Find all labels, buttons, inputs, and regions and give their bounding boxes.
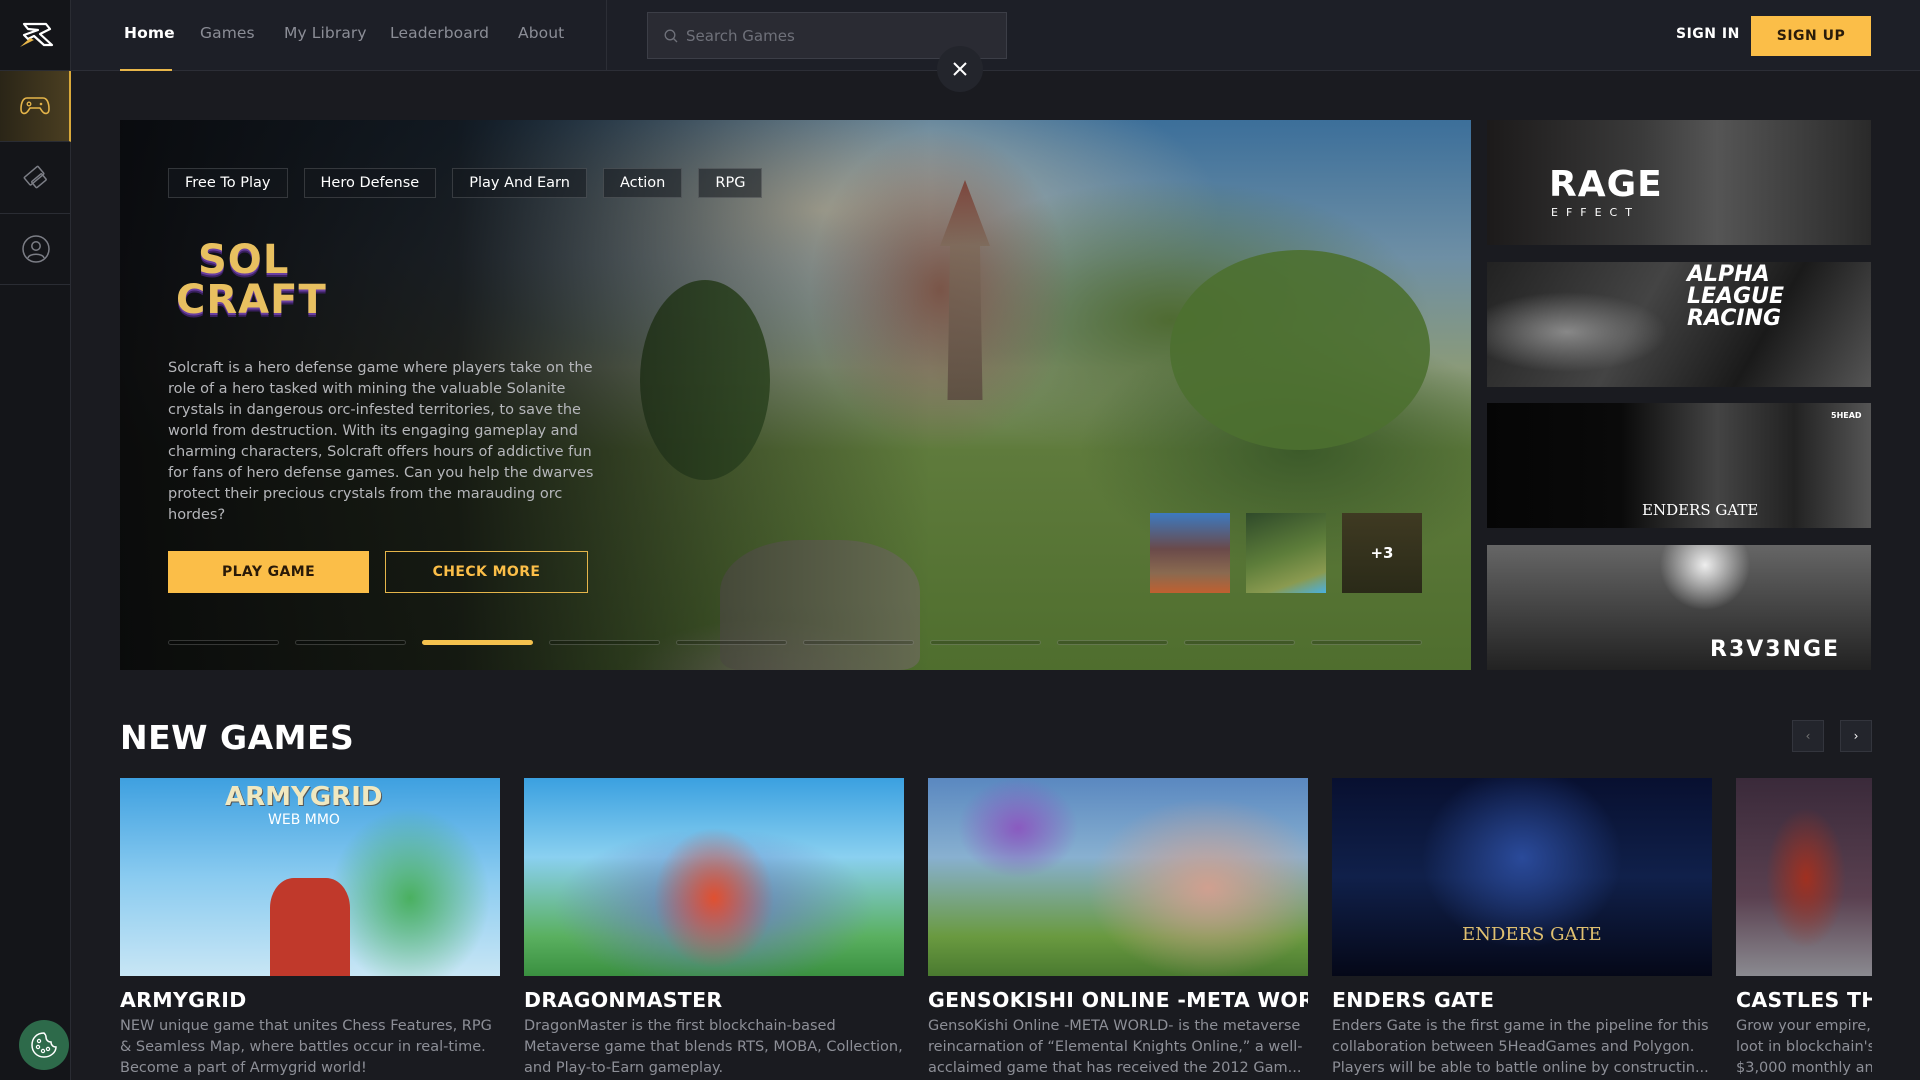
chevron-left-icon: ‹	[1805, 729, 1811, 743]
game-card-description-line: loot in blockchain's	[1736, 1039, 1872, 1055]
featured-rage-effect[interactable]: RAGE EFFECT	[1487, 120, 1871, 245]
game-card[interactable]: GENSOKISHI ONLINE -META WORLD- GensoKish…	[928, 778, 1308, 1079]
game-card-title: CASTLES THE	[1736, 988, 1872, 1012]
tag-rpg[interactable]: RPG	[698, 168, 763, 198]
close-icon	[953, 62, 967, 76]
search-input[interactable]	[686, 26, 986, 45]
cookie-settings-button[interactable]	[19, 1020, 69, 1070]
hero-carousel: Free To Play Hero Defense Play And Earn …	[120, 120, 1471, 670]
screenshot-thumbnail[interactable]	[1246, 513, 1326, 593]
image-logo-text: ENDERS GATE	[1462, 924, 1602, 945]
featured-revenge[interactable]: R3V3NGE	[1487, 545, 1871, 670]
tag-action[interactable]: Action	[602, 168, 683, 198]
game-card[interactable]: CASTLES THE Grow your empire, loot in blo…	[1736, 778, 1872, 1079]
nav-games[interactable]: Games	[200, 24, 255, 42]
top-navigation-bar: Home Games My Library Leaderboard About …	[71, 0, 1920, 71]
carousel-progress	[168, 640, 1422, 645]
game-card-description: GensoKishi Online -META WORLD- is the me…	[928, 1018, 1303, 1076]
check-more-button[interactable]: CHECK MORE	[385, 551, 588, 593]
featured-badge: 5HEAD	[1831, 411, 1862, 420]
tag-hero-defense[interactable]: Hero Defense	[303, 168, 437, 198]
sidebar-item-profile[interactable]	[0, 214, 71, 285]
game-card-title: DRAGONMASTER	[524, 988, 723, 1012]
carousel-slide-indicator[interactable]	[422, 640, 533, 645]
featured-title: R3V3NGE	[1710, 637, 1841, 662]
tag-play-and-earn[interactable]: Play And Earn	[452, 168, 587, 198]
sign-up-button[interactable]: SIGN UP	[1751, 16, 1871, 56]
nav-my-library[interactable]: My Library	[284, 24, 367, 42]
carousel-slide-indicator[interactable]	[803, 640, 914, 645]
logo-icon	[19, 22, 53, 47]
game-card-title: ENDERS GATE	[1332, 988, 1495, 1012]
carousel-next-button[interactable]: ›	[1840, 720, 1872, 752]
chevron-right-icon: ›	[1853, 729, 1859, 743]
game-card[interactable]: DRAGONMASTER DragonMaster is the first b…	[524, 778, 904, 1079]
image-character	[270, 878, 350, 976]
screenshot-thumbnail[interactable]	[1150, 513, 1230, 593]
logo-line-1: SOL	[198, 237, 290, 283]
game-card-description-line: Grow your empire,	[1736, 1018, 1871, 1034]
featured-enders-gate[interactable]: ENDERS GATE 5HEAD	[1487, 403, 1871, 528]
screenshot-thumbnails: +3	[1150, 513, 1422, 593]
featured-title: RAGE	[1549, 164, 1663, 205]
tag-free-to-play[interactable]: Free To Play	[168, 168, 288, 198]
featured-title: ENDERS GATE	[1642, 501, 1759, 519]
close-search-button[interactable]	[937, 46, 983, 92]
main-nav: Home Games My Library Leaderboard About	[71, 0, 607, 71]
game-card-image	[928, 778, 1308, 976]
more-screenshots-button[interactable]: +3	[1342, 513, 1422, 593]
carousel-slide-indicator[interactable]	[676, 640, 787, 645]
carousel-slide-indicator[interactable]	[549, 640, 660, 645]
carousel-slide-indicator[interactable]	[1057, 640, 1168, 645]
game-card-image	[524, 778, 904, 976]
carousel-slide-indicator[interactable]	[295, 640, 406, 645]
game-card-image	[1736, 778, 1872, 976]
featured-title: ALPHA LEAGUE RACING	[1687, 262, 1785, 331]
sign-in-button[interactable]: SIGN IN	[1676, 26, 1740, 42]
image-logo-text: ARMYGRID	[225, 782, 383, 812]
sidebar	[0, 0, 71, 1080]
sidebar-item-tickets[interactable]	[0, 143, 71, 214]
game-card-description: DragonMaster is the first blockchain-bas…	[524, 1018, 903, 1076]
game-card-description-line: $3,000 monthly an	[1736, 1060, 1872, 1076]
user-circle-icon	[21, 235, 50, 263]
carousel-slide-indicator[interactable]	[930, 640, 1041, 645]
game-card-image: ARMYGRID WEB MMO	[120, 778, 500, 976]
ticket-icon	[23, 165, 47, 189]
gamepad-icon	[19, 97, 50, 115]
sidebar-item-games[interactable]	[0, 71, 71, 142]
partial-card-clip: CASTLES THE Grow your empire, loot in blo…	[1736, 778, 1872, 1080]
game-card-description: NEW unique game that unites Chess Featur…	[120, 1018, 492, 1076]
play-game-button[interactable]: PLAY GAME	[168, 551, 369, 593]
image-logo-subtext: WEB MMO	[268, 812, 340, 828]
game-card-image: ENDERS GATE	[1332, 778, 1712, 976]
nav-about[interactable]: About	[518, 24, 564, 42]
game-card-title: GENSOKISHI ONLINE -META WORLD-	[928, 988, 1308, 1012]
featured-subtitle: EFFECT	[1551, 206, 1640, 219]
game-card-description: Enders Gate is the first game in the pip…	[1332, 1018, 1709, 1076]
genre-tags: Free To Play Hero Defense Play And Earn …	[168, 168, 763, 198]
more-screenshots-count: +3	[1370, 544, 1394, 562]
carousel-slide-indicator[interactable]	[168, 640, 279, 645]
nav-leaderboard[interactable]: Leaderboard	[390, 24, 489, 42]
search-icon	[664, 29, 678, 42]
featured-alpha-league-racing[interactable]: ALPHA LEAGUE RACING	[1487, 262, 1871, 387]
carousel-slide-indicator[interactable]	[1311, 640, 1422, 645]
site-logo[interactable]	[0, 0, 71, 71]
game-card-description: Grow your empire, loot in blockchain's $3,…	[1736, 1016, 1872, 1079]
section-title-new-games: NEW GAMES	[120, 718, 355, 757]
nav-active-indicator	[120, 69, 172, 71]
carousel-slide-indicator[interactable]	[1184, 640, 1295, 645]
cookie-icon	[31, 1032, 57, 1058]
game-card[interactable]: ARMYGRID WEB MMO ARMYGRID NEW unique gam…	[120, 778, 500, 1079]
game-card-title: ARMYGRID	[120, 988, 247, 1012]
nav-home[interactable]: Home	[124, 24, 175, 42]
game-card[interactable]: ENDERS GATE ENDERS GATE Enders Gate is t…	[1332, 778, 1712, 1079]
carousel-prev-button[interactable]: ‹	[1792, 720, 1824, 752]
solcraft-logo: SOL CRAFT	[176, 237, 327, 335]
hero-description: Solcraft is a hero defense game where pl…	[168, 360, 594, 523]
logo-line-2: CRAFT	[176, 277, 327, 323]
